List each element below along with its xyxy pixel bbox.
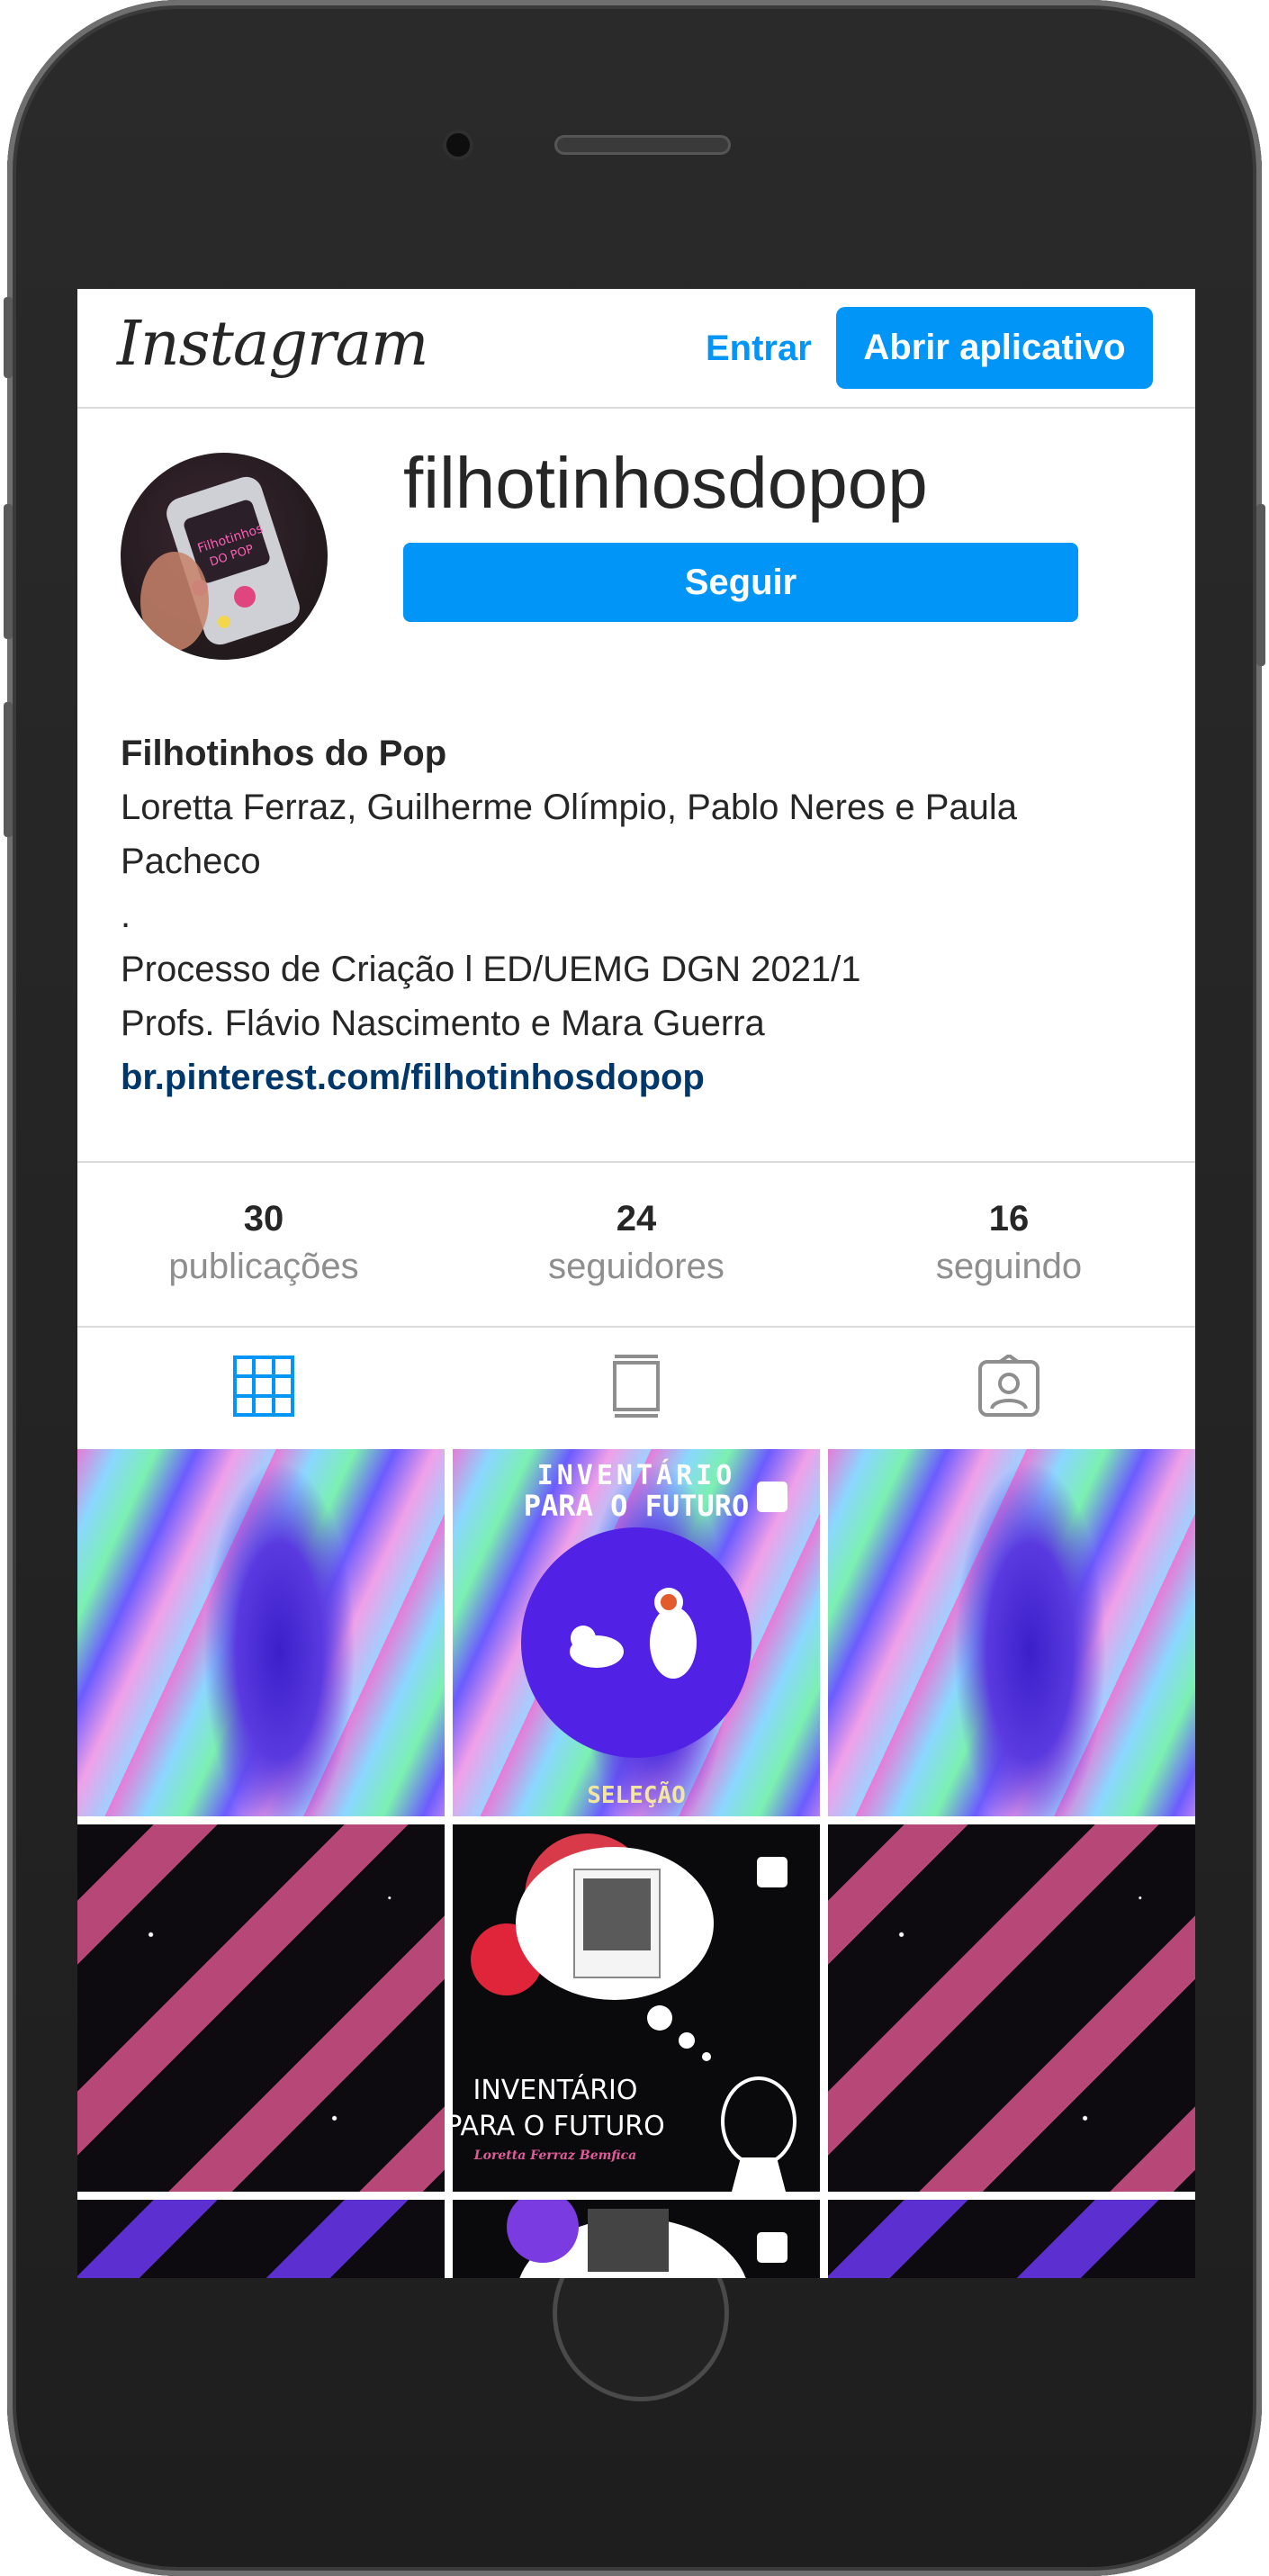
profile-link[interactable]: br.pinterest.com/filhotinhosdopop (121, 1058, 705, 1097)
feed-icon (613, 1354, 660, 1418)
front-camera (446, 133, 470, 157)
profile-username: filhotinhosdopop (403, 443, 928, 523)
post-thumbnail[interactable] (453, 2200, 820, 2278)
avatar[interactable]: Filhotinhos DO POP (121, 453, 328, 660)
stat-following-label: seguindo (935, 1247, 1083, 1286)
stat-posts-label: publicações (168, 1247, 359, 1286)
grid-icon (233, 1355, 294, 1417)
stat-followers[interactable]: 24 seguidores (450, 1163, 823, 1326)
top-bar: Instagram Entrar Abrir aplicativo (77, 289, 1195, 409)
volume-up-button (4, 504, 13, 639)
post-title-line: INVENTÁRIO (472, 2075, 638, 2106)
post-thumbnail[interactable] (828, 1449, 1195, 1816)
post-thumbnail[interactable] (77, 2200, 445, 2278)
post-thumbnail[interactable] (828, 2200, 1195, 2278)
bio-line: . (121, 896, 131, 935)
stat-following[interactable]: 16 seguindo (823, 1163, 1195, 1326)
carousel-icon (757, 1857, 788, 1887)
stat-followers-label: seguidores (548, 1247, 724, 1286)
carousel-icon (757, 2232, 788, 2263)
profile-stats: 30 publicações 24 seguidores 16 seguindo (77, 1161, 1195, 1328)
stat-followers-count: 24 (616, 1199, 657, 1238)
stat-following-count: 16 (988, 1199, 1030, 1238)
post-thumbnail[interactable]: INVENTÁRIO PARA O FUTURO Loretta Ferraz … (453, 1824, 820, 2192)
bio-line: Processo de Criação l ED/UEMG DGN 2021/1 (121, 950, 861, 989)
post-thumbnail[interactable] (828, 1824, 1195, 2192)
post-thumbnail[interactable]: INVENTÁRIO PARA O FUTURO SELEÇÃO (453, 1449, 820, 1816)
bio-line: Loretta Ferraz, Guilherme Olímpio, Pablo… (121, 788, 1028, 881)
post-footer-label: SELEÇÃO (587, 1782, 686, 1809)
screen: Instagram Entrar Abrir aplicativo Filhot… (77, 289, 1195, 2278)
phone-frame: Instagram Entrar Abrir aplicativo Filhot… (4, 0, 1265, 2576)
avatar-phone-image: Filhotinhos DO POP (140, 476, 300, 651)
profile-tabs (77, 1326, 1195, 1446)
volume-down-button (4, 702, 13, 837)
login-link[interactable]: Entrar (706, 329, 812, 369)
post-thumbnail[interactable] (77, 1824, 445, 2192)
mute-switch (4, 297, 13, 378)
post-thumbnail[interactable] (77, 1449, 445, 1816)
post-title-line: PARA O FUTURO (453, 2111, 665, 2142)
post-author: Loretta Ferraz Bemfica (473, 2148, 637, 2163)
follow-button[interactable]: Seguir (403, 543, 1078, 622)
carousel-icon (757, 1482, 788, 1512)
power-button (1256, 504, 1265, 666)
earpiece-speaker (554, 135, 731, 155)
open-app-button[interactable]: Abrir aplicativo (836, 307, 1153, 389)
profile-bio: Filhotinhos do Pop Loretta Ferraz, Guilh… (121, 726, 1156, 1104)
bio-line: Profs. Flávio Nascimento e Mara Guerra (121, 1004, 765, 1043)
tab-tagged[interactable] (823, 1326, 1195, 1446)
instagram-logo[interactable]: Instagram (117, 309, 428, 380)
tab-grid[interactable] (77, 1326, 450, 1446)
tab-feed[interactable] (450, 1326, 823, 1446)
stat-posts: 30 publicações (77, 1163, 450, 1326)
profile-display-name: Filhotinhos do Pop (121, 734, 447, 773)
stat-posts-count: 30 (243, 1199, 284, 1238)
tagged-icon (978, 1354, 1040, 1417)
